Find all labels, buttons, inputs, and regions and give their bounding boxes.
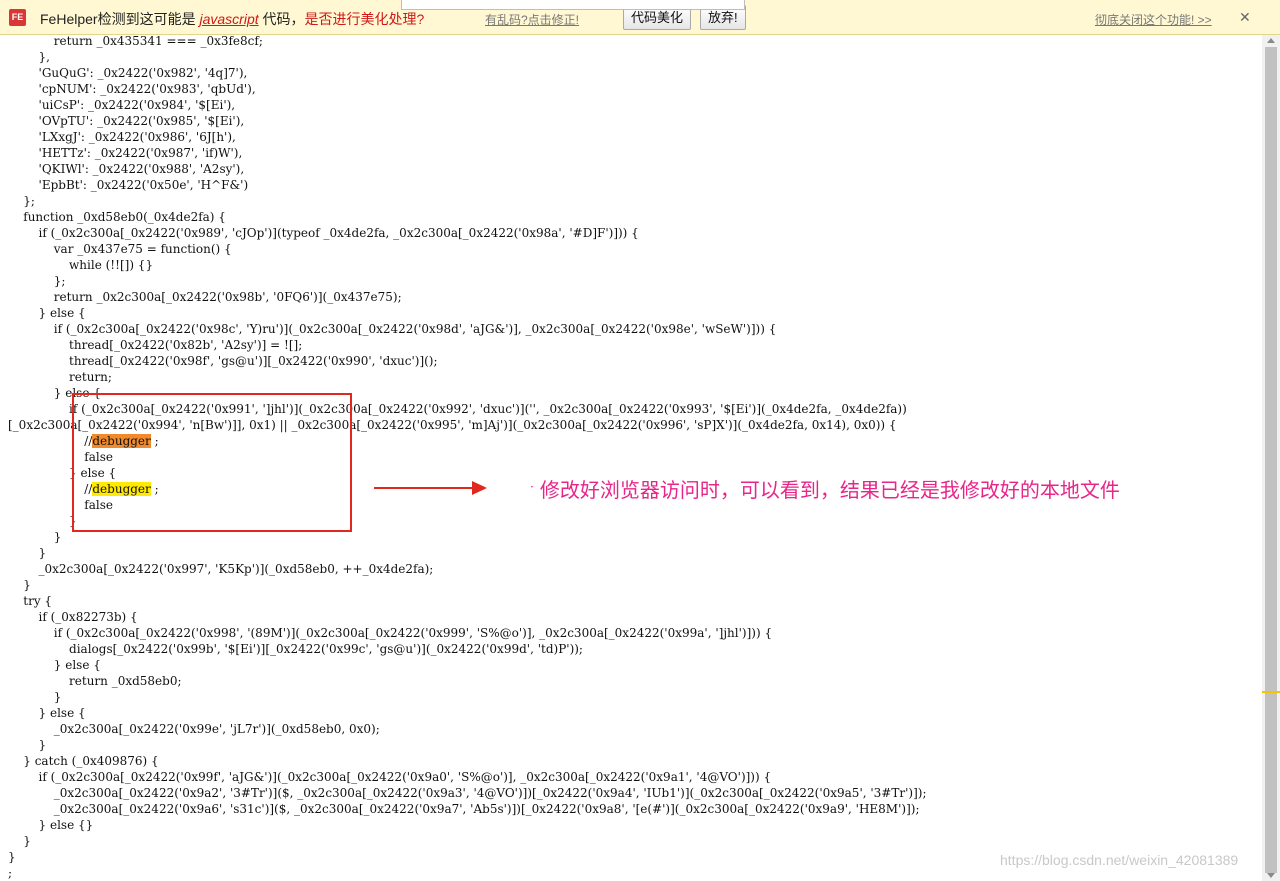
message-mid: 代码， <box>262 11 305 27</box>
code-line: try { <box>8 594 53 608</box>
code-line: } <box>8 530 62 544</box>
arrow-right-icon <box>374 481 487 495</box>
code-line: }; <box>8 274 66 288</box>
code-line: _0x2c300a[_0x2422('0x9a2', '3#Tr')]($, _… <box>8 786 927 800</box>
csdn-watermark: https://blog.csdn.net/weixin_42081389 <box>1000 852 1239 868</box>
code-line: while (!![]) {} <box>8 258 154 272</box>
code-line: return _0x435341 === _0x3fe8cf; <box>8 35 263 48</box>
annotation-text: 修改好浏览器访问时，可以看到，结果已经是我修改好的本地文件 <box>539 478 1120 502</box>
fix-garbled-link[interactable]: 有乱码?点击修正! <box>485 11 579 28</box>
annotation-highlight-box <box>72 393 352 532</box>
code-line: 'GuQuG': _0x2422('0x982', '4q]7'), <box>8 66 248 80</box>
code-line: function _0xd58eb0(_0x4de2fa) { <box>8 210 226 224</box>
scroll-up-icon[interactable] <box>1267 38 1275 43</box>
code-line: 'cpNUM': _0x2422('0x983', 'qbUd'), <box>8 82 256 96</box>
code-line: }, <box>8 50 50 64</box>
code-line: if (_0x2c300a[_0x2422('0x989', 'cJOp')](… <box>8 226 639 240</box>
code-line: 'LXxgJ': _0x2422('0x986', '6J[h'), <box>8 130 236 144</box>
dropdown-popup-edge <box>401 0 745 10</box>
code-line: ; <box>8 866 13 880</box>
annotation-note: · 修改好浏览器访问时，可以看到，结果已经是我修改好的本地文件 <box>530 478 1120 502</box>
detected-language: javascript <box>199 11 259 27</box>
code-line: } else { <box>8 658 101 672</box>
code-line: } <box>8 850 16 864</box>
code-line: } catch (_0x409876) { <box>8 754 159 768</box>
code-line: } else { <box>8 706 86 720</box>
code-line: }; <box>8 194 35 208</box>
code-line: thread[_0x2422('0x98f', 'gs@u')][_0x2422… <box>8 354 438 368</box>
code-line: } <box>8 738 47 752</box>
code-line: return _0xd58eb0; <box>8 674 182 688</box>
code-line: return _0x2c300a[_0x2422('0x98b', '0FQ6'… <box>8 290 402 304</box>
code-line: 'OVpTU': _0x2422('0x985', '$[Ei'), <box>8 114 245 128</box>
code-line: } <box>8 690 62 704</box>
code-line: 'EpbBt': _0x2422('0x50e', 'H^F&') <box>8 178 249 192</box>
code-line: 'HETTz': _0x2422('0x987', 'if)W'), <box>8 146 243 160</box>
code-line: _0x2c300a[_0x2422('0x9a6', 's31c')]($, _… <box>8 802 920 816</box>
code-line: } <box>8 546 47 560</box>
vertical-scrollbar[interactable] <box>1262 35 1280 881</box>
code-line: } <box>8 834 31 848</box>
code-line: if (_0x82273b) { <box>8 610 138 624</box>
code-line: } <box>8 514 77 528</box>
code-line: var _0x437e75 = function() { <box>8 242 232 256</box>
fehelper-message: FeHelper检测到这可能是 javascript 代码，是否进行美化处理? <box>40 9 424 29</box>
scroll-down-icon[interactable] <box>1267 873 1275 878</box>
scroll-thumb[interactable] <box>1265 47 1277 873</box>
code-line: _0x2c300a[_0x2422('0x997', 'K5Kp')](_0xd… <box>8 562 434 576</box>
fehelper-logo-icon: FE <box>9 9 26 26</box>
code-line: if (_0x2c300a[_0x2422('0x99f', 'aJG&')](… <box>8 770 772 784</box>
beautify-question: 是否进行美化处理? <box>304 11 425 27</box>
code-line: thread[_0x2422('0x82b', 'A2sy')] = ![]; <box>8 338 303 352</box>
code-line: if (_0x2c300a[_0x2422('0x998', '(89M')](… <box>8 626 773 640</box>
code-line: _0x2c300a[_0x2422('0x99e', 'jL7r')](_0xd… <box>8 722 380 736</box>
code-line: 'QKIWl': _0x2422('0x988', 'A2sy'), <box>8 162 245 176</box>
code-line: if (_0x2c300a[_0x2422('0x98c', 'Y)ru')](… <box>8 322 777 336</box>
code-line: } <box>8 578 31 592</box>
scroll-marker <box>1262 691 1280 693</box>
disable-feature-link[interactable]: 彻底关闭这个功能! >> <box>1095 11 1212 28</box>
code-line: 'uiCsP': _0x2422('0x984', '$[Ei'), <box>8 98 236 112</box>
close-icon[interactable]: ✕ <box>1239 9 1251 26</box>
code-line: dialogs[_0x2422('0x99b', '$[Ei')][_0x242… <box>8 642 583 656</box>
code-line: return; <box>8 370 112 384</box>
code-line: } else { <box>8 306 86 320</box>
message-prefix: FeHelper检测到这可能是 <box>40 11 196 27</box>
code-line: } else {} <box>8 818 94 832</box>
